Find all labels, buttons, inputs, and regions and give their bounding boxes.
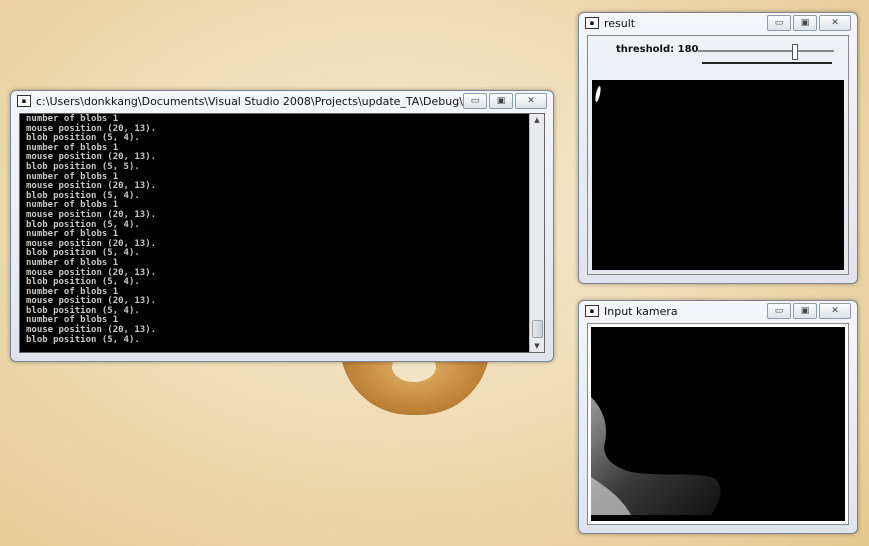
threshold-slider-underline bbox=[702, 62, 832, 64]
console-line: blob position (5, 4). bbox=[26, 334, 140, 345]
console-scrollbar[interactable]: ▲ ▼ bbox=[529, 114, 544, 352]
console-titlebar[interactable]: ▪ c:\Users\donkkang\Documents\Visual Stu… bbox=[11, 91, 553, 111]
camera-content bbox=[587, 323, 849, 525]
scroll-down-icon[interactable]: ▼ bbox=[530, 340, 544, 352]
threshold-slider-thumb[interactable] bbox=[792, 44, 798, 60]
result-image bbox=[592, 80, 844, 270]
camera-hand-silhouette bbox=[591, 397, 721, 515]
minimize-icon[interactable]: ▭ bbox=[767, 303, 791, 319]
close-icon[interactable]: ✕ bbox=[819, 15, 851, 31]
scroll-thumb[interactable] bbox=[532, 320, 543, 338]
detected-blob bbox=[594, 85, 602, 103]
close-icon[interactable]: ✕ bbox=[515, 93, 547, 109]
minimize-icon[interactable]: ▭ bbox=[767, 15, 791, 31]
close-icon[interactable]: ✕ bbox=[819, 303, 851, 319]
console-window[interactable]: ▪ c:\Users\donkkang\Documents\Visual Stu… bbox=[10, 90, 554, 362]
minimize-icon[interactable]: ▭ bbox=[463, 93, 487, 109]
camera-title: Input kamera bbox=[604, 304, 678, 318]
console-output[interactable]: number of blobs 1 mouse position (20, 13)… bbox=[19, 113, 545, 353]
console-log: number of blobs 1 mouse position (20, 13)… bbox=[26, 114, 156, 345]
scroll-up-icon[interactable]: ▲ bbox=[530, 114, 544, 126]
maximize-icon[interactable]: ▣ bbox=[793, 15, 817, 31]
camera-titlebar[interactable]: ▪ Input kamera ▭ ▣ ✕ bbox=[579, 301, 857, 321]
console-title: c:\Users\donkkang\Documents\Visual Studi… bbox=[36, 94, 463, 108]
result-title: result bbox=[604, 16, 636, 30]
result-window[interactable]: ▪ result ▭ ▣ ✕ threshold: 180 bbox=[578, 12, 858, 284]
threshold-trackbar[interactable]: threshold: 180 bbox=[588, 36, 848, 76]
camera-app-icon: ▪ bbox=[585, 305, 599, 317]
camera-image bbox=[591, 327, 845, 521]
maximize-icon[interactable]: ▣ bbox=[489, 93, 513, 109]
result-titlebar[interactable]: ▪ result ▭ ▣ ✕ bbox=[579, 13, 857, 33]
maximize-icon[interactable]: ▣ bbox=[793, 303, 817, 319]
result-content: threshold: 180 bbox=[587, 35, 849, 275]
result-app-icon: ▪ bbox=[585, 17, 599, 29]
threshold-label: threshold: 180 bbox=[616, 44, 699, 55]
camera-window[interactable]: ▪ Input kamera ▭ ▣ ✕ bbox=[578, 300, 858, 534]
threshold-slider-track[interactable] bbox=[698, 50, 834, 52]
console-app-icon: ▪ bbox=[17, 95, 31, 107]
